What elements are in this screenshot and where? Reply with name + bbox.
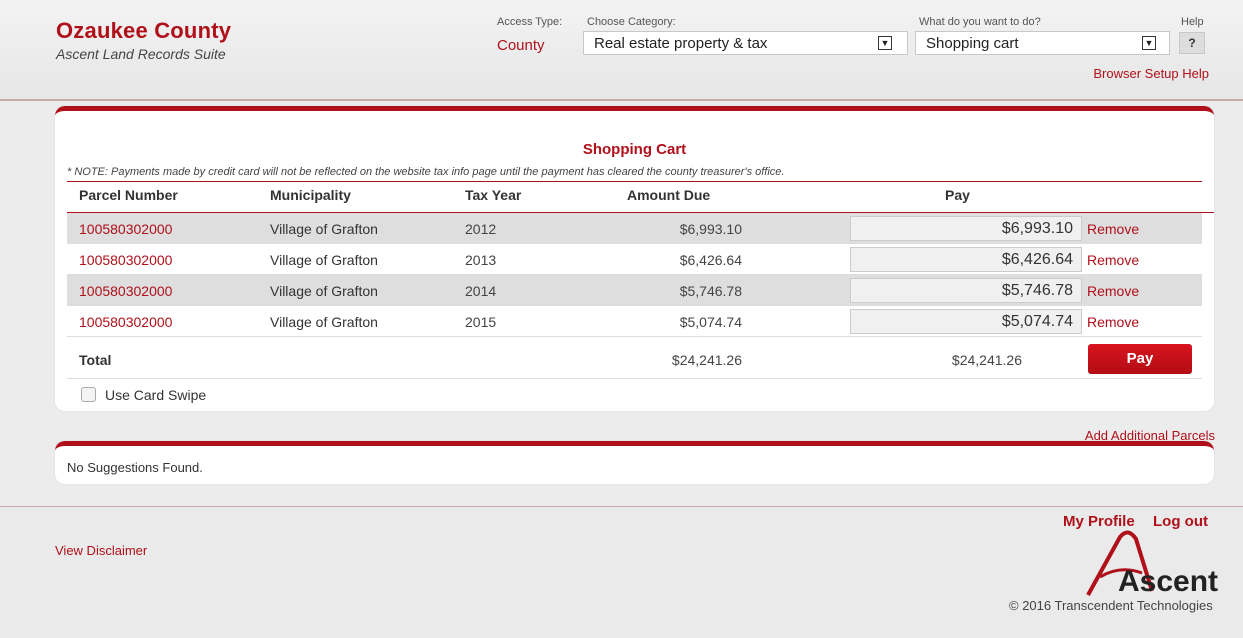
total-pay-amount: $24,241.26: [951, 352, 1022, 368]
municipality-cell: Village of Grafton: [270, 221, 378, 237]
category-select[interactable]: Real estate property & tax ▼: [583, 31, 908, 55]
card-swipe-checkbox[interactable]: [81, 387, 96, 402]
view-disclaimer-link[interactable]: View Disclaimer: [55, 543, 147, 558]
county-title: Ozaukee County: [56, 18, 232, 43]
logout-link[interactable]: Log out: [1153, 513, 1208, 530]
col-header-municipality: Municipality: [270, 187, 351, 203]
tax-year-cell: 2013: [465, 252, 497, 268]
pay-amount-input[interactable]: $6,993.10: [850, 216, 1082, 241]
table-row: 100580302000 Village of Grafton 2012 $6,…: [67, 213, 1202, 244]
card-swipe-label: Use Card Swipe: [105, 387, 207, 403]
help-label: Help: [1181, 16, 1204, 28]
col-header-parcel: Parcel Number: [79, 187, 178, 203]
parcel-link[interactable]: 100580302000: [79, 221, 172, 237]
access-type-value[interactable]: County: [497, 37, 545, 54]
pay-button[interactable]: Pay: [1088, 344, 1192, 374]
total-row: Total $24,241.26 $24,241.26 Pay: [67, 339, 1202, 379]
suggestions-panel: No Suggestions Found.: [55, 441, 1214, 484]
tax-year-cell: 2012: [465, 221, 497, 237]
pay-amount-input[interactable]: $6,426.64: [850, 247, 1082, 272]
no-suggestions-text: No Suggestions Found.: [67, 460, 203, 475]
municipality-cell: Village of Grafton: [270, 314, 378, 330]
cart-title: Shopping Cart: [582, 141, 687, 158]
table-row: 100580302000 Village of Grafton 2013 $6,…: [67, 244, 1202, 275]
pay-amount-input[interactable]: $5,074.74: [850, 309, 1082, 334]
chevron-down-icon[interactable]: ▼: [878, 36, 892, 50]
amount-due-cell: $5,074.74: [679, 314, 742, 330]
suite-subtitle: Ascent Land Records Suite: [56, 46, 226, 62]
tax-year-cell: 2014: [465, 283, 497, 299]
municipality-cell: Village of Grafton: [270, 283, 378, 299]
remove-link[interactable]: Remove: [1087, 314, 1139, 330]
help-button[interactable]: ?: [1179, 32, 1205, 54]
card-swipe-option[interactable]: Use Card Swipe: [81, 387, 206, 403]
table-row: 100580302000 Village of Grafton 2014 $5,…: [67, 275, 1202, 306]
payment-note: * NOTE: Payments made by credit card wil…: [67, 163, 1202, 182]
col-header-amount-due: Amount Due: [627, 187, 711, 203]
my-profile-link[interactable]: My Profile: [1063, 513, 1135, 530]
col-header-pay: Pay: [945, 187, 970, 203]
action-label: What do you want to do?: [919, 16, 1041, 28]
shopping-cart-panel: Shopping Cart * NOTE: Payments made by c…: [55, 106, 1214, 411]
amount-due-cell: $6,993.10: [679, 221, 742, 237]
ascent-logo: Ascent: [1086, 530, 1218, 598]
remove-link[interactable]: Remove: [1087, 283, 1139, 299]
access-type-label: Access Type:: [497, 16, 563, 28]
col-header-tax-year: Tax Year: [465, 187, 522, 203]
pay-amount-input[interactable]: $5,746.78: [850, 278, 1082, 303]
chevron-down-icon[interactable]: ▼: [1142, 36, 1156, 50]
total-label: Total: [79, 352, 112, 368]
parcel-link[interactable]: 100580302000: [79, 252, 172, 268]
logo-text: Ascent: [1118, 565, 1218, 598]
action-select[interactable]: Shopping cart ▼: [915, 31, 1170, 55]
amount-due-cell: $5,746.78: [679, 283, 742, 299]
table-row: 100580302000 Village of Grafton 2015 $5,…: [67, 306, 1202, 337]
category-label: Choose Category:: [587, 16, 676, 28]
browser-setup-help-link[interactable]: Browser Setup Help: [1093, 66, 1209, 81]
municipality-cell: Village of Grafton: [270, 252, 378, 268]
parcel-link[interactable]: 100580302000: [79, 314, 172, 330]
app-footer: My Profile Log out View Disclaimer Ascen…: [0, 506, 1243, 638]
action-select-value: Shopping cart: [926, 35, 1019, 52]
tax-year-cell: 2015: [465, 314, 497, 330]
total-amount-due: $24,241.26: [671, 352, 742, 368]
category-select-value: Real estate property & tax: [594, 35, 768, 52]
amount-due-cell: $6,426.64: [679, 252, 742, 268]
remove-link[interactable]: Remove: [1087, 252, 1139, 268]
copyright-text: © 2016 Transcendent Technologies: [1009, 598, 1213, 613]
app-header: Ozaukee County Ascent Land Records Suite…: [0, 0, 1243, 101]
remove-link[interactable]: Remove: [1087, 221, 1139, 237]
parcel-link[interactable]: 100580302000: [79, 283, 172, 299]
